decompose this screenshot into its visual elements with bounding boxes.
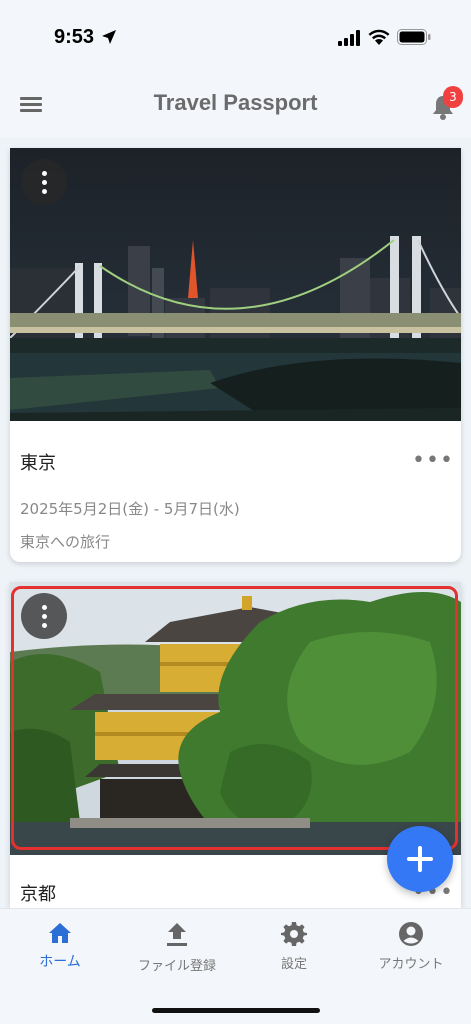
nav-item-settings[interactable]: 設定 bbox=[239, 921, 349, 972]
app-bar: Travel Passport bbox=[0, 76, 471, 138]
card-options-button[interactable] bbox=[21, 593, 67, 639]
location-arrow-icon bbox=[102, 30, 116, 44]
trip-card-tokyo[interactable]: 東京 ••• 2025年5月2日(金) - 5月7日(水) 東京への旅行 bbox=[10, 148, 461, 562]
nav-label-account: アカウント bbox=[378, 957, 444, 972]
account-icon bbox=[399, 922, 423, 946]
nav-item-file-upload[interactable]: ファイル登録 bbox=[122, 921, 232, 974]
app-title: Travel Passport bbox=[153, 90, 318, 115]
trip-dates: 2025年5月2日(金) - 5月7日(水) bbox=[20, 500, 240, 518]
notification-badge: 3 bbox=[443, 86, 463, 108]
nav-label-settings: 設定 bbox=[280, 957, 307, 972]
trip-title: 京都 bbox=[20, 884, 56, 905]
trip-description: 東京への旅行 bbox=[20, 533, 111, 551]
nav-item-home[interactable]: ホーム bbox=[5, 921, 115, 971]
trip-title: 東京 bbox=[20, 453, 56, 474]
battery-icon bbox=[397, 29, 431, 45]
more-options-icon[interactable]: ••• bbox=[412, 450, 453, 474]
nav-label-home: ホーム bbox=[39, 954, 81, 970]
status-time: 9:53 bbox=[54, 26, 95, 48]
nav-item-account[interactable]: アカウント bbox=[356, 921, 466, 972]
kinkakuji-image bbox=[10, 582, 461, 855]
gear-icon bbox=[281, 922, 307, 946]
wifi-icon bbox=[368, 29, 390, 45]
home-indicator bbox=[152, 1008, 320, 1013]
nav-label-file-upload: ファイル登録 bbox=[137, 959, 216, 974]
cellular-signal-icon bbox=[338, 30, 360, 46]
upload-icon bbox=[167, 923, 187, 946]
home-icon bbox=[49, 923, 71, 943]
tokyo-night-image bbox=[10, 148, 461, 421]
card-options-button[interactable] bbox=[21, 159, 67, 205]
bottom-navigation: ホーム ファイル登録 設定 アカウント bbox=[0, 908, 471, 1024]
status-bar: 9:53 bbox=[0, 0, 471, 76]
add-trip-button[interactable] bbox=[387, 826, 453, 892]
